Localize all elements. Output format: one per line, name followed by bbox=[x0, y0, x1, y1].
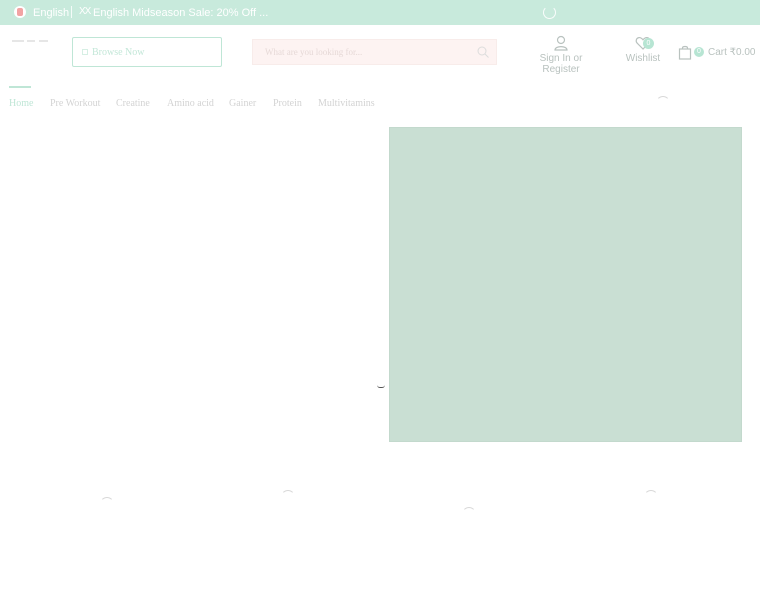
nav-item-protein[interactable]: Protein bbox=[273, 98, 302, 109]
user-icon bbox=[554, 35, 568, 51]
wishlist-link[interactable]: 0 Wishlist bbox=[624, 35, 662, 64]
loading-spinner-icon bbox=[543, 6, 556, 19]
search-input[interactable] bbox=[253, 40, 463, 64]
loading-spinner-icon bbox=[100, 497, 114, 511]
nav-item-creatine[interactable]: Creatine bbox=[116, 98, 150, 109]
loading-spinner-icon bbox=[644, 490, 658, 504]
main-nav: Home Pre Workout Creatine Amino acid Gai… bbox=[0, 86, 760, 116]
wishlist-count-badge: 0 bbox=[643, 38, 654, 49]
cart-label: Cart ₹0.00 bbox=[708, 46, 756, 58]
loading-spinner-icon bbox=[281, 490, 295, 504]
cart-link[interactable]: 0 Cart ₹0.00 bbox=[678, 44, 756, 60]
loading-spinner-icon bbox=[462, 507, 476, 521]
browse-now-button[interactable]: Browse Now bbox=[72, 37, 222, 67]
loading-spinner-icon bbox=[656, 96, 670, 110]
nav-active-indicator bbox=[9, 86, 31, 88]
search-bar bbox=[252, 39, 497, 65]
announcement-bar: English XX English Midseason Sale: 20% O… bbox=[0, 0, 760, 25]
canada-flag-icon[interactable] bbox=[14, 6, 26, 18]
topbar-divider bbox=[71, 6, 72, 18]
shopping-bag-icon bbox=[678, 45, 692, 60]
grid-icon bbox=[82, 49, 88, 55]
loading-mark bbox=[377, 385, 385, 388]
account-link[interactable]: Sign In or Register bbox=[520, 35, 602, 75]
logo[interactable] bbox=[12, 40, 48, 44]
hero-banner-image[interactable] bbox=[389, 127, 742, 442]
browse-now-label: Browse Now bbox=[92, 46, 145, 58]
search-icon[interactable] bbox=[477, 46, 489, 58]
promo-icon: XX bbox=[79, 6, 91, 17]
promo-text[interactable]: English Midseason Sale: 20% Off ... bbox=[93, 7, 268, 19]
language-selector[interactable]: English bbox=[33, 7, 69, 19]
wishlist-label: Wishlist bbox=[625, 53, 661, 64]
nav-item-gainer[interactable]: Gainer bbox=[229, 98, 256, 109]
nav-item-pre-workout[interactable]: Pre Workout bbox=[50, 98, 100, 109]
nav-item-multivitamins[interactable]: Multivitamins bbox=[318, 98, 375, 109]
nav-item-amino-acid[interactable]: Amino acid bbox=[167, 98, 214, 109]
account-label: Sign In or Register bbox=[539, 53, 583, 75]
cart-count-badge: 0 bbox=[694, 47, 704, 57]
nav-item-home[interactable]: Home bbox=[9, 98, 33, 109]
